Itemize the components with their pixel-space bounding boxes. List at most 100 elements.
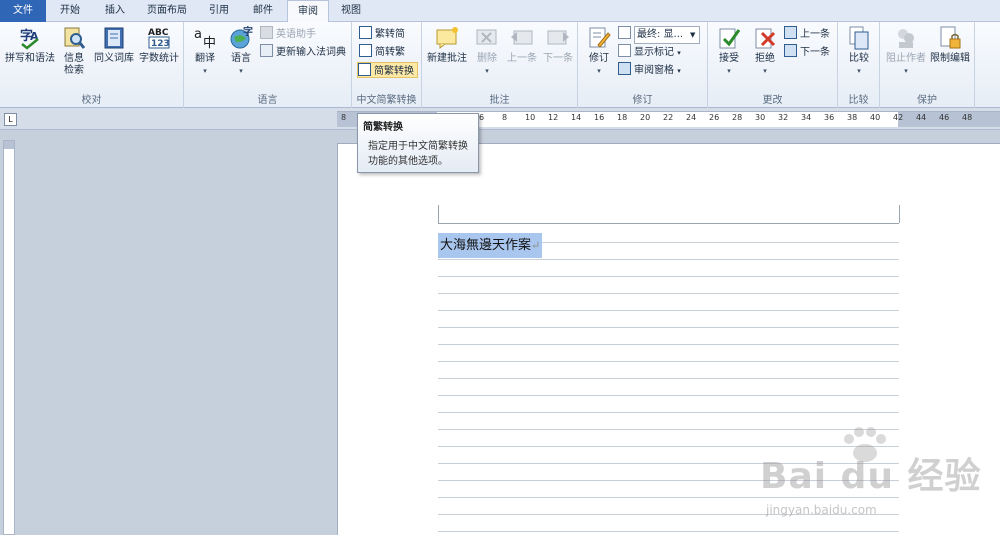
paragraph-mark: ↵ xyxy=(531,239,541,252)
tab-insert[interactable]: 插入 xyxy=(94,0,136,22)
reject-button[interactable]: 拒绝 ▾ xyxy=(748,25,782,77)
block-authors-button[interactable]: 阻止作者 ▾ xyxy=(884,25,928,77)
ruled-line xyxy=(438,310,899,311)
english-assistant-button[interactable]: 英语助手 xyxy=(260,26,316,42)
language-globe-icon: 字 xyxy=(230,25,253,49)
restrict-editing-label: 限制编辑 xyxy=(930,53,970,64)
traditional-to-simplified-button[interactable]: 繁转简 xyxy=(359,26,405,42)
selected-text-content: 大海無邊天作案 xyxy=(440,238,532,253)
language-label: 语言 xyxy=(231,53,251,64)
word-count-label: 字数统计 xyxy=(139,53,179,64)
group-label-chinese-conversion: 中文简繁转换 xyxy=(356,95,417,106)
translate-label: 翻译 xyxy=(195,53,215,64)
group-label-proofing: 校对 xyxy=(81,95,102,106)
language-button[interactable]: 字 语言 ▾ xyxy=(224,25,258,77)
chinese-conversion-button[interactable]: 简繁转换 xyxy=(357,62,418,78)
new-comment-button[interactable]: 新建批注 xyxy=(426,25,468,65)
group-tracking: 修订 ▾ 最终: 显... ▼ 显示标记 ▾ 审阅窗格 ▾ 修订 xyxy=(578,22,708,108)
tab-home[interactable]: 开始 xyxy=(48,0,92,22)
english-assistant-icon xyxy=(260,26,273,39)
previous-change-icon xyxy=(784,26,797,39)
ruler-number: 8 xyxy=(502,113,508,122)
tab-page-layout[interactable]: 页面布局 xyxy=(138,0,196,22)
tab-references[interactable]: 引用 xyxy=(198,0,240,22)
research-button[interactable]: 信息 检索 xyxy=(58,25,90,77)
tab-selector[interactable]: L xyxy=(4,113,17,126)
thesaurus-button[interactable]: 同义词库 xyxy=(92,25,136,65)
ruled-line xyxy=(438,293,899,294)
display-for-review-dropdown[interactable]: 最终: 显... ▼ xyxy=(618,26,700,44)
track-changes-button[interactable]: 修订 ▾ xyxy=(582,25,616,77)
ruler-number: 38 xyxy=(847,113,858,122)
ruled-line xyxy=(438,412,899,413)
show-markup-icon xyxy=(618,44,631,57)
ruler-number: 30 xyxy=(755,113,766,122)
vertical-ruler[interactable] xyxy=(3,140,15,535)
block-authors-icon xyxy=(898,29,914,48)
group-label-tracking: 修订 xyxy=(632,95,653,106)
restrict-editing-lock-icon xyxy=(940,26,961,49)
translate-caret-icon: ▾ xyxy=(203,67,207,75)
ruled-line xyxy=(438,259,899,260)
previous-change-label: 上一条 xyxy=(800,29,830,40)
word-count-button[interactable]: ABC 123 字数统计 xyxy=(137,25,181,65)
to-traditional-label: 简转繁 xyxy=(375,47,405,58)
next-change-label: 下一条 xyxy=(800,47,830,58)
reviewing-pane-button[interactable]: 审阅窗格 ▾ xyxy=(618,62,681,78)
language-caret-icon: ▾ xyxy=(239,67,243,75)
group-chinese-conversion: 繁转简 简转繁 简繁转换 中文简繁转换 xyxy=(352,22,422,108)
show-markup-button[interactable]: 显示标记 ▾ xyxy=(618,44,681,60)
track-changes-label: 修订 xyxy=(589,53,609,64)
ruled-line xyxy=(438,361,899,362)
tab-review[interactable]: 审阅 xyxy=(287,0,329,23)
previous-comment-button[interactable]: 上一条 xyxy=(504,25,540,65)
tooltip-title: 简繁转换 xyxy=(363,122,403,133)
group-label-comments: 批注 xyxy=(489,95,510,106)
reject-caret-icon: ▾ xyxy=(763,67,767,75)
watermark-url: jingyan.baidu.com xyxy=(766,503,877,517)
ribbon: 字A 拼写和语法 信息 检索 同义词库 ABC 123 字数统计 校对 a中 翻译… xyxy=(0,22,1000,108)
ruled-line xyxy=(438,395,899,396)
previous-change-button[interactable]: 上一条 xyxy=(784,26,830,42)
accept-caret-icon: ▾ xyxy=(727,67,731,75)
ruler-number: 18 xyxy=(617,113,628,122)
next-change-button[interactable]: 下一条 xyxy=(784,44,830,60)
watermark-logo: Bai du 经验 xyxy=(760,456,982,497)
conversion-label: 简繁转换 xyxy=(374,66,414,77)
compare-label: 比较 xyxy=(849,53,869,64)
thesaurus-label: 同义词库 xyxy=(94,53,134,64)
spelling-grammar-button[interactable]: 字A 拼写和语法 xyxy=(2,25,58,65)
accept-button[interactable]: 接受 ▾ xyxy=(712,25,746,77)
thesaurus-book-icon xyxy=(104,27,124,49)
ruler-number: 22 xyxy=(663,113,674,122)
previous-comment-label: 上一条 xyxy=(507,53,537,64)
baidu-jingyan-watermark: Bai du 经验 jingyan.baidu.com xyxy=(760,425,995,530)
next-comment-icon xyxy=(547,30,569,45)
group-label-protect: 保护 xyxy=(917,95,937,106)
tab-mailings[interactable]: 邮件 xyxy=(242,0,284,22)
translate-button[interactable]: a中 翻译 ▾ xyxy=(188,25,222,77)
tab-file[interactable]: 文件 xyxy=(0,0,46,22)
simplified-to-traditional-icon xyxy=(359,44,372,57)
delete-comment-label: 删除 xyxy=(477,53,497,64)
word-count-icon: ABC123 xyxy=(148,28,170,49)
svg-text:中: 中 xyxy=(203,36,216,51)
group-protect: 阻止作者 ▾ 限制编辑 保护 xyxy=(880,22,975,108)
reviewing-pane-label: 审阅窗格 xyxy=(634,65,674,76)
update-ime-dictionary-button[interactable]: 更新输入法词典 xyxy=(260,44,346,60)
english-assistant-label: 英语助手 xyxy=(276,29,316,40)
ruler-row: L 86422468101214161820222426283032343638… xyxy=(0,108,1000,130)
selected-text[interactable]: 大海無邊天作案↵ xyxy=(438,233,543,258)
svg-text:字: 字 xyxy=(243,25,253,38)
new-comment-icon xyxy=(436,27,458,50)
simplified-to-traditional-button[interactable]: 简转繁 xyxy=(359,44,405,60)
show-markup-caret-icon: ▾ xyxy=(677,49,681,57)
next-comment-button[interactable]: 下一条 xyxy=(540,25,576,65)
research-label-2: 检索 xyxy=(64,65,84,76)
delete-comment-button[interactable]: 删除 ▾ xyxy=(470,25,504,77)
ruler-number: 20 xyxy=(640,113,651,122)
tab-view[interactable]: 视图 xyxy=(331,0,371,22)
spelling-label: 拼写和语法 xyxy=(5,53,55,64)
compare-button[interactable]: 比较 ▾ xyxy=(842,25,876,77)
restrict-editing-button[interactable]: 限制编辑 xyxy=(928,25,972,65)
